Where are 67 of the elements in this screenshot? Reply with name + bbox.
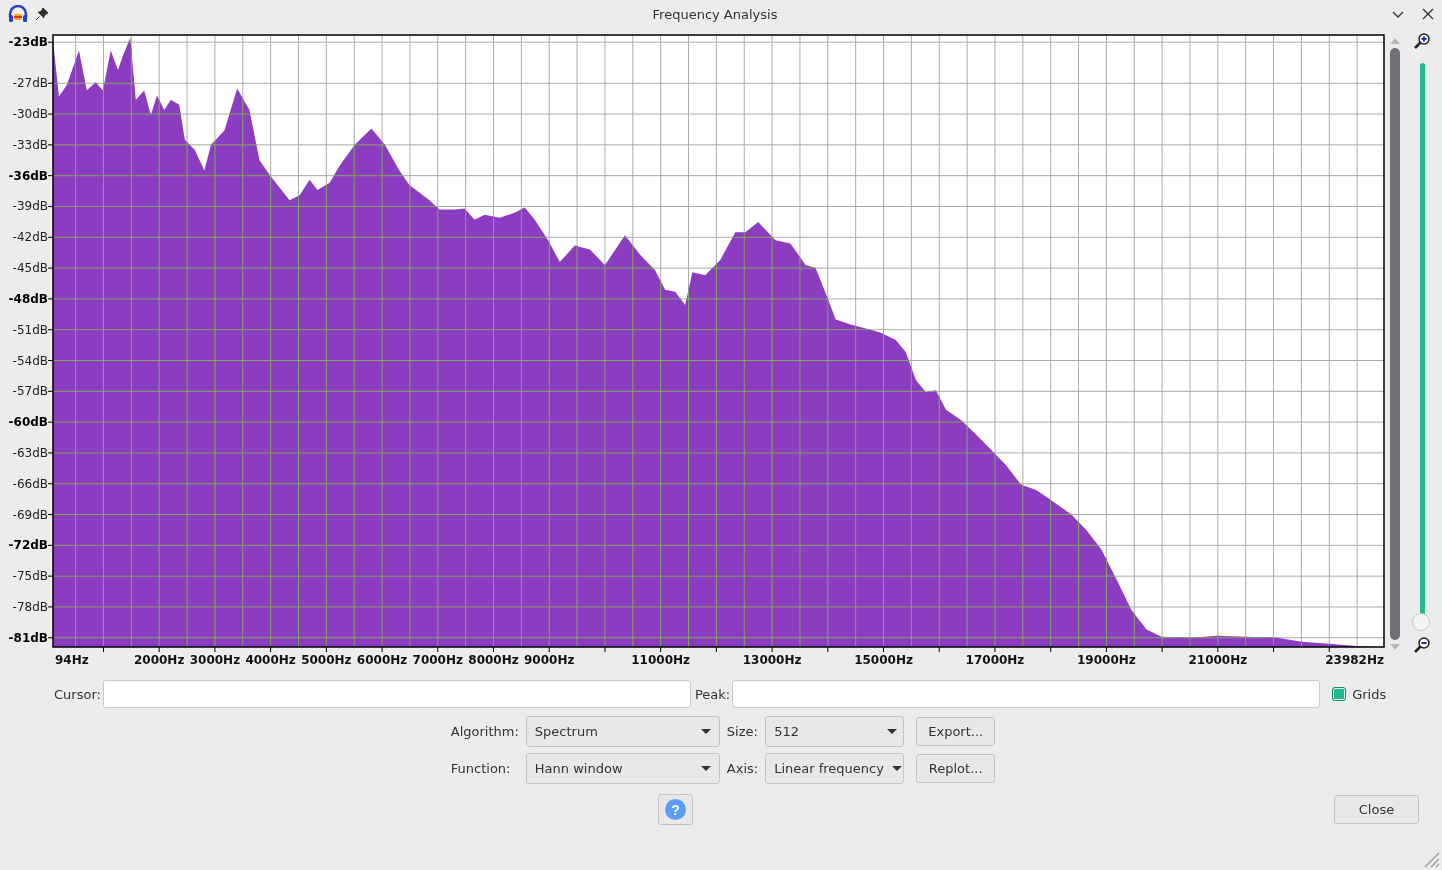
axis-label: -39dB	[12, 199, 48, 214]
axis-label: -36dB	[8, 168, 48, 183]
slider-handle[interactable]	[1412, 613, 1430, 631]
close-icon[interactable]	[1422, 8, 1434, 20]
axis-label: 19000Hz	[1077, 653, 1136, 667]
axis-label: -54dB	[12, 353, 48, 368]
window-title: Frequency Analysis	[651, 6, 779, 22]
algorithm-label: Algorithm:	[450, 724, 519, 739]
export-button[interactable]: Export...	[916, 717, 996, 746]
axis-label: -57dB	[12, 384, 48, 399]
size-label: Size:	[726, 724, 759, 739]
scrollbar-thumb[interactable]	[1390, 48, 1400, 640]
axis-label: 8000Hz	[468, 653, 519, 667]
peak-field[interactable]	[732, 680, 1321, 708]
axis-label: 5000Hz	[301, 653, 352, 667]
axis-label: 23982Hz	[1325, 653, 1384, 667]
axis-label: -30dB	[12, 107, 48, 122]
replot-button[interactable]: Replot...	[916, 754, 996, 783]
axis-label: 9000Hz	[524, 653, 575, 667]
axis-label: 6000Hz	[356, 653, 408, 667]
size-dropdown[interactable]: 512	[765, 716, 905, 747]
close-button[interactable]: Close	[1334, 795, 1419, 824]
axis-label: -69dB	[12, 507, 48, 522]
cursor-field[interactable]	[102, 680, 691, 708]
axis-label: -45dB	[12, 261, 48, 276]
axis-label: -23dB	[8, 35, 48, 50]
axis-label: 94Hz	[55, 653, 89, 667]
axis-dropdown[interactable]: Linear frequency	[765, 753, 905, 784]
caret-icon	[700, 729, 711, 734]
axis-label: -81dB	[8, 630, 48, 645]
peak-label: Peak:	[694, 686, 731, 702]
algorithm-dropdown[interactable]: Spectrum	[525, 716, 720, 747]
axis-label: -33dB	[12, 137, 48, 152]
axis-label: 3000Hz	[189, 653, 241, 667]
axis-label: -63dB	[12, 445, 48, 460]
axis-label: -60dB	[8, 415, 48, 430]
zoom-out-icon[interactable]	[1414, 637, 1430, 653]
pin-icon[interactable]	[36, 8, 48, 20]
zoom-in-icon[interactable]	[1414, 33, 1430, 49]
scroll-down-icon[interactable]	[1390, 644, 1400, 650]
axis-label: -27dB	[12, 76, 48, 91]
axis-label: 13000Hz	[742, 653, 802, 667]
headphones-icon	[8, 5, 28, 23]
axis-label: 2000Hz	[134, 653, 185, 667]
axis-label: 11000Hz	[631, 653, 691, 667]
axis-label: 17000Hz	[965, 653, 1025, 667]
grids-checkbox[interactable]	[1332, 687, 1347, 701]
caret-icon	[891, 766, 902, 771]
axis-label: -72dB	[8, 538, 48, 553]
caret-icon	[887, 729, 898, 734]
axis-label: 21000Hz	[1188, 653, 1248, 667]
function-label: Function:	[450, 761, 512, 776]
axis-label: Axis:	[726, 761, 759, 776]
grids-label: Grids	[1352, 686, 1387, 702]
caret-icon	[700, 766, 711, 771]
axis-label: 4000Hz	[245, 653, 296, 667]
axis-label: -48dB	[8, 291, 48, 306]
axis-label: 15000Hz	[854, 653, 913, 667]
cursor-label: Cursor:	[54, 686, 101, 702]
axis-label: -51dB	[12, 322, 48, 337]
axis-label: -78dB	[12, 599, 48, 614]
function-dropdown[interactable]: Hann window	[525, 753, 720, 784]
scroll-up-icon[interactable]	[1390, 38, 1400, 44]
axis-label: -75dB	[12, 569, 48, 584]
axis-label: 7000Hz	[412, 653, 463, 667]
axis-label: -42dB	[12, 230, 48, 245]
axis-label: -66dB	[12, 476, 48, 491]
